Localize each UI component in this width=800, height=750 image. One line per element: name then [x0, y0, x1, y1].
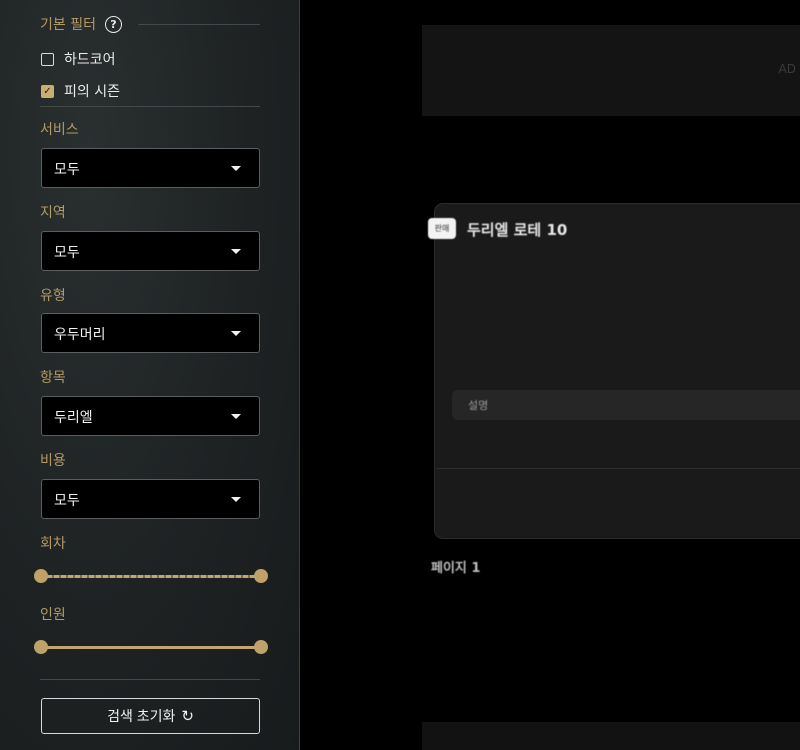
checkbox-label: 하드코어: [64, 52, 116, 68]
chevron-down-icon: [231, 249, 241, 254]
region-select-value: 모두: [54, 245, 80, 261]
type-select-value: 우두머리: [54, 327, 106, 343]
filter-header: 기본 필터 ?: [40, 14, 122, 34]
type-label: 유형: [40, 288, 66, 304]
refresh-icon: ↻: [181, 708, 194, 725]
party-slider[interactable]: [34, 639, 268, 655]
checkbox-box[interactable]: [41, 52, 54, 66]
help-icon[interactable]: ?: [104, 15, 122, 33]
chevron-down-icon: [231, 331, 241, 336]
ad-banner[interactable]: AD: [422, 25, 800, 116]
chevron-down-icon: [231, 166, 241, 171]
checkbox-season[interactable]: ✓ 피의 시즌: [41, 81, 120, 101]
listing-card[interactable]: [434, 203, 800, 539]
cost-select[interactable]: 모두: [41, 479, 260, 519]
ad-label: AD: [778, 62, 796, 76]
checkbox-divider: [40, 106, 260, 107]
item-select[interactable]: 두리엘: [41, 396, 260, 436]
checkbox-hardcore[interactable]: 하드코어: [41, 49, 116, 69]
party-slider-max-handle[interactable]: [254, 640, 268, 654]
rounds-label: 회차: [40, 536, 66, 552]
rounds-slider-track[interactable]: [40, 575, 262, 578]
checkbox-label: 피의 시즌: [64, 84, 120, 100]
bottom-panel: [422, 722, 800, 750]
service-select-value: 모두: [54, 162, 80, 178]
listing-title[interactable]: 두리엘 로테 10: [467, 219, 567, 240]
region-select[interactable]: 모두: [41, 231, 260, 271]
cost-select-value: 모두: [54, 493, 80, 509]
type-select[interactable]: 우두머리: [41, 313, 260, 353]
item-label: 항목: [40, 370, 66, 386]
header-divider: [138, 24, 260, 25]
description-label: 설명: [468, 399, 489, 412]
cost-label: 비용: [40, 453, 66, 469]
page-indicator: 페이지 1: [431, 561, 481, 576]
rounds-slider-min-handle[interactable]: [34, 569, 48, 583]
card-divider: [436, 468, 800, 469]
party-slider-track[interactable]: [40, 646, 262, 649]
chevron-down-icon: [231, 414, 241, 419]
service-label: 서비스: [40, 122, 79, 138]
listing-description: 설명: [452, 390, 800, 420]
page: 기본 필터 ? 하드코어 ✓ 피의 시즌 서비스 모두 지역 모두 유형 우두머…: [0, 0, 800, 750]
service-select[interactable]: 모두: [41, 148, 260, 188]
rounds-slider-max-handle[interactable]: [254, 569, 268, 583]
region-label: 지역: [40, 205, 66, 221]
reset-divider: [40, 679, 260, 680]
reset-search-button[interactable]: 검색 초기화 ↻: [41, 698, 260, 734]
rounds-slider[interactable]: [34, 568, 268, 584]
listing-badge: 판매: [428, 218, 456, 239]
item-select-value: 두리엘: [54, 410, 93, 426]
party-label: 인원: [40, 607, 66, 623]
filter-title: 기본 필터: [40, 17, 96, 33]
chevron-down-icon: [231, 497, 241, 502]
filter-sidebar: 기본 필터 ? 하드코어 ✓ 피의 시즌 서비스 모두 지역 모두 유형 우두머…: [0, 0, 300, 750]
party-slider-min-handle[interactable]: [34, 640, 48, 654]
reset-search-label: 검색 초기화: [107, 708, 176, 724]
checkbox-box-checked[interactable]: ✓: [41, 84, 54, 98]
